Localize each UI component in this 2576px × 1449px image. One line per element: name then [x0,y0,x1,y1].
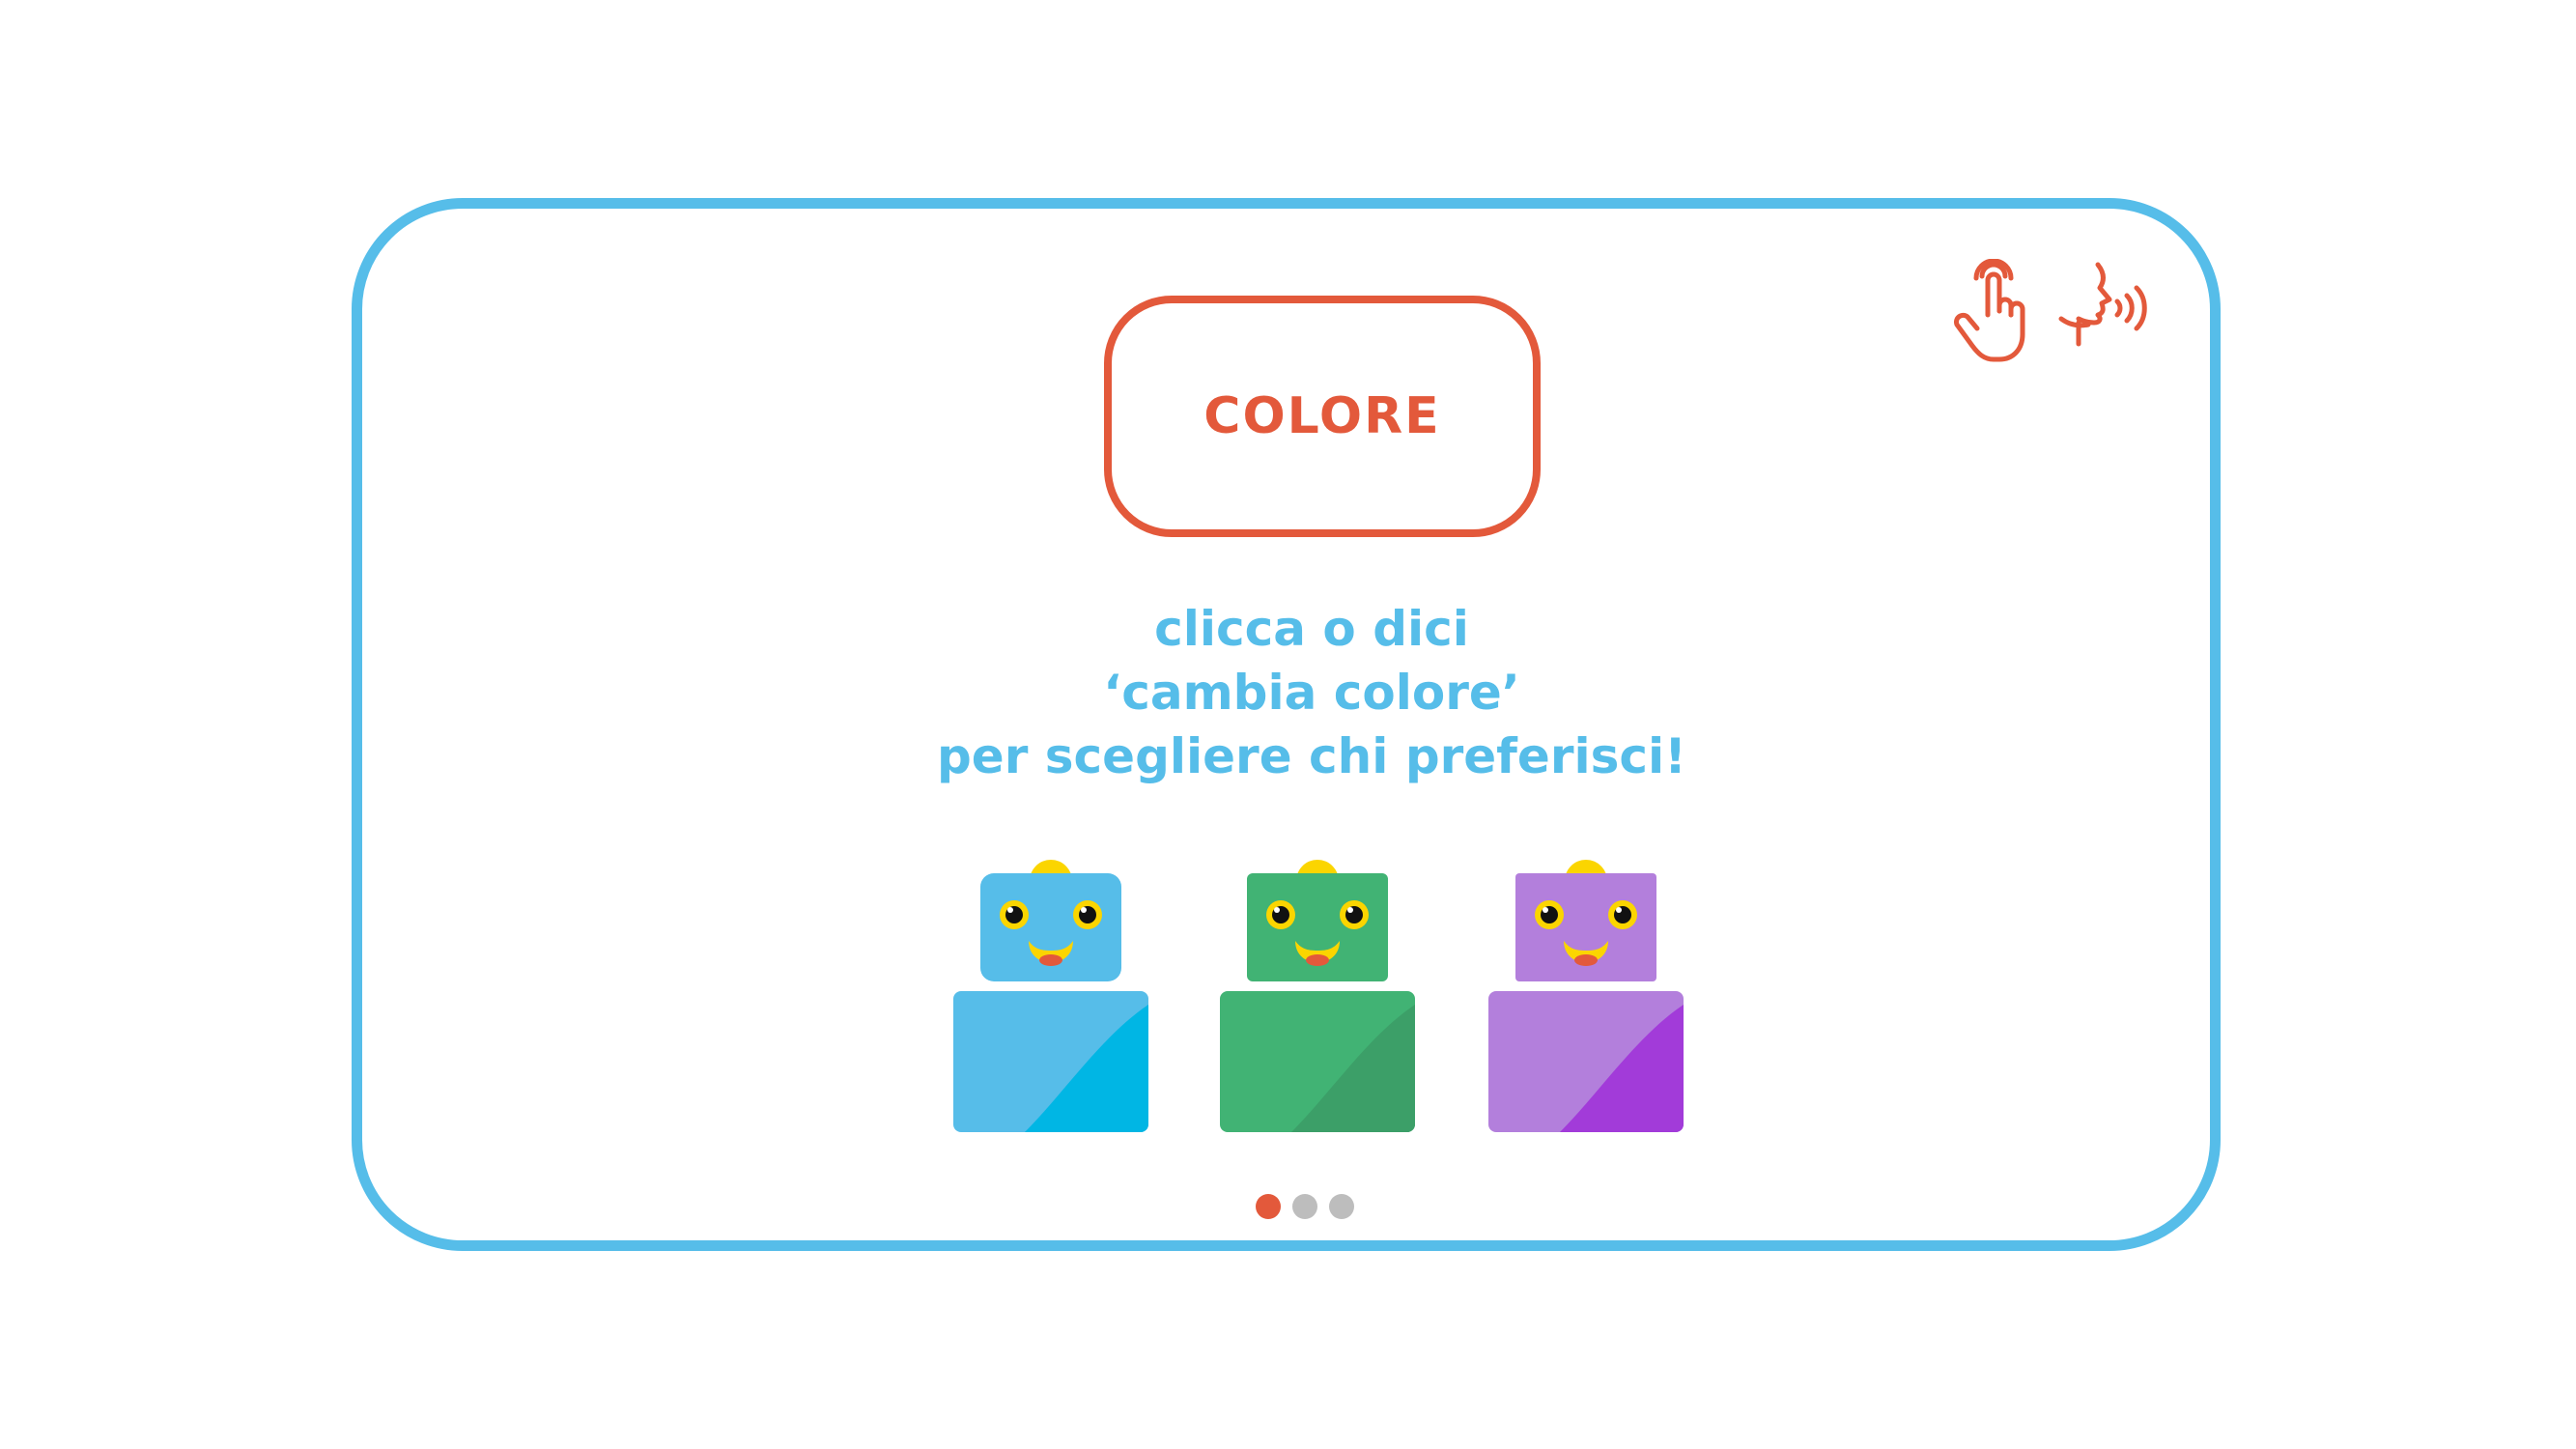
page-dot-1[interactable] [1256,1194,1281,1219]
instruction-line-3: per scegliere chi preferisci! [937,728,1686,784]
robot-green[interactable] [1218,860,1417,1140]
voice-speaking-icon[interactable] [2057,259,2164,365]
instruction-text: clicca o dici ‘cambia colore’ per scegli… [805,597,1819,788]
pagination-dots [1256,1194,1372,1221]
robot-purple[interactable] [1486,860,1685,1140]
instruction-line-2: ‘cambia colore’ [1103,665,1520,721]
robot-choices [951,860,1685,1140]
input-mode-icons [1951,259,2164,365]
color-mode-button[interactable]: COLORE [1104,296,1541,537]
touch-hand-icon[interactable] [1951,259,2038,365]
color-mode-label: COLORE [1203,387,1441,445]
page-dot-2[interactable] [1292,1194,1317,1219]
instruction-line-1: clicca o dici [1154,601,1469,657]
robot-blue[interactable] [951,860,1150,1140]
page-dot-3[interactable] [1329,1194,1354,1219]
